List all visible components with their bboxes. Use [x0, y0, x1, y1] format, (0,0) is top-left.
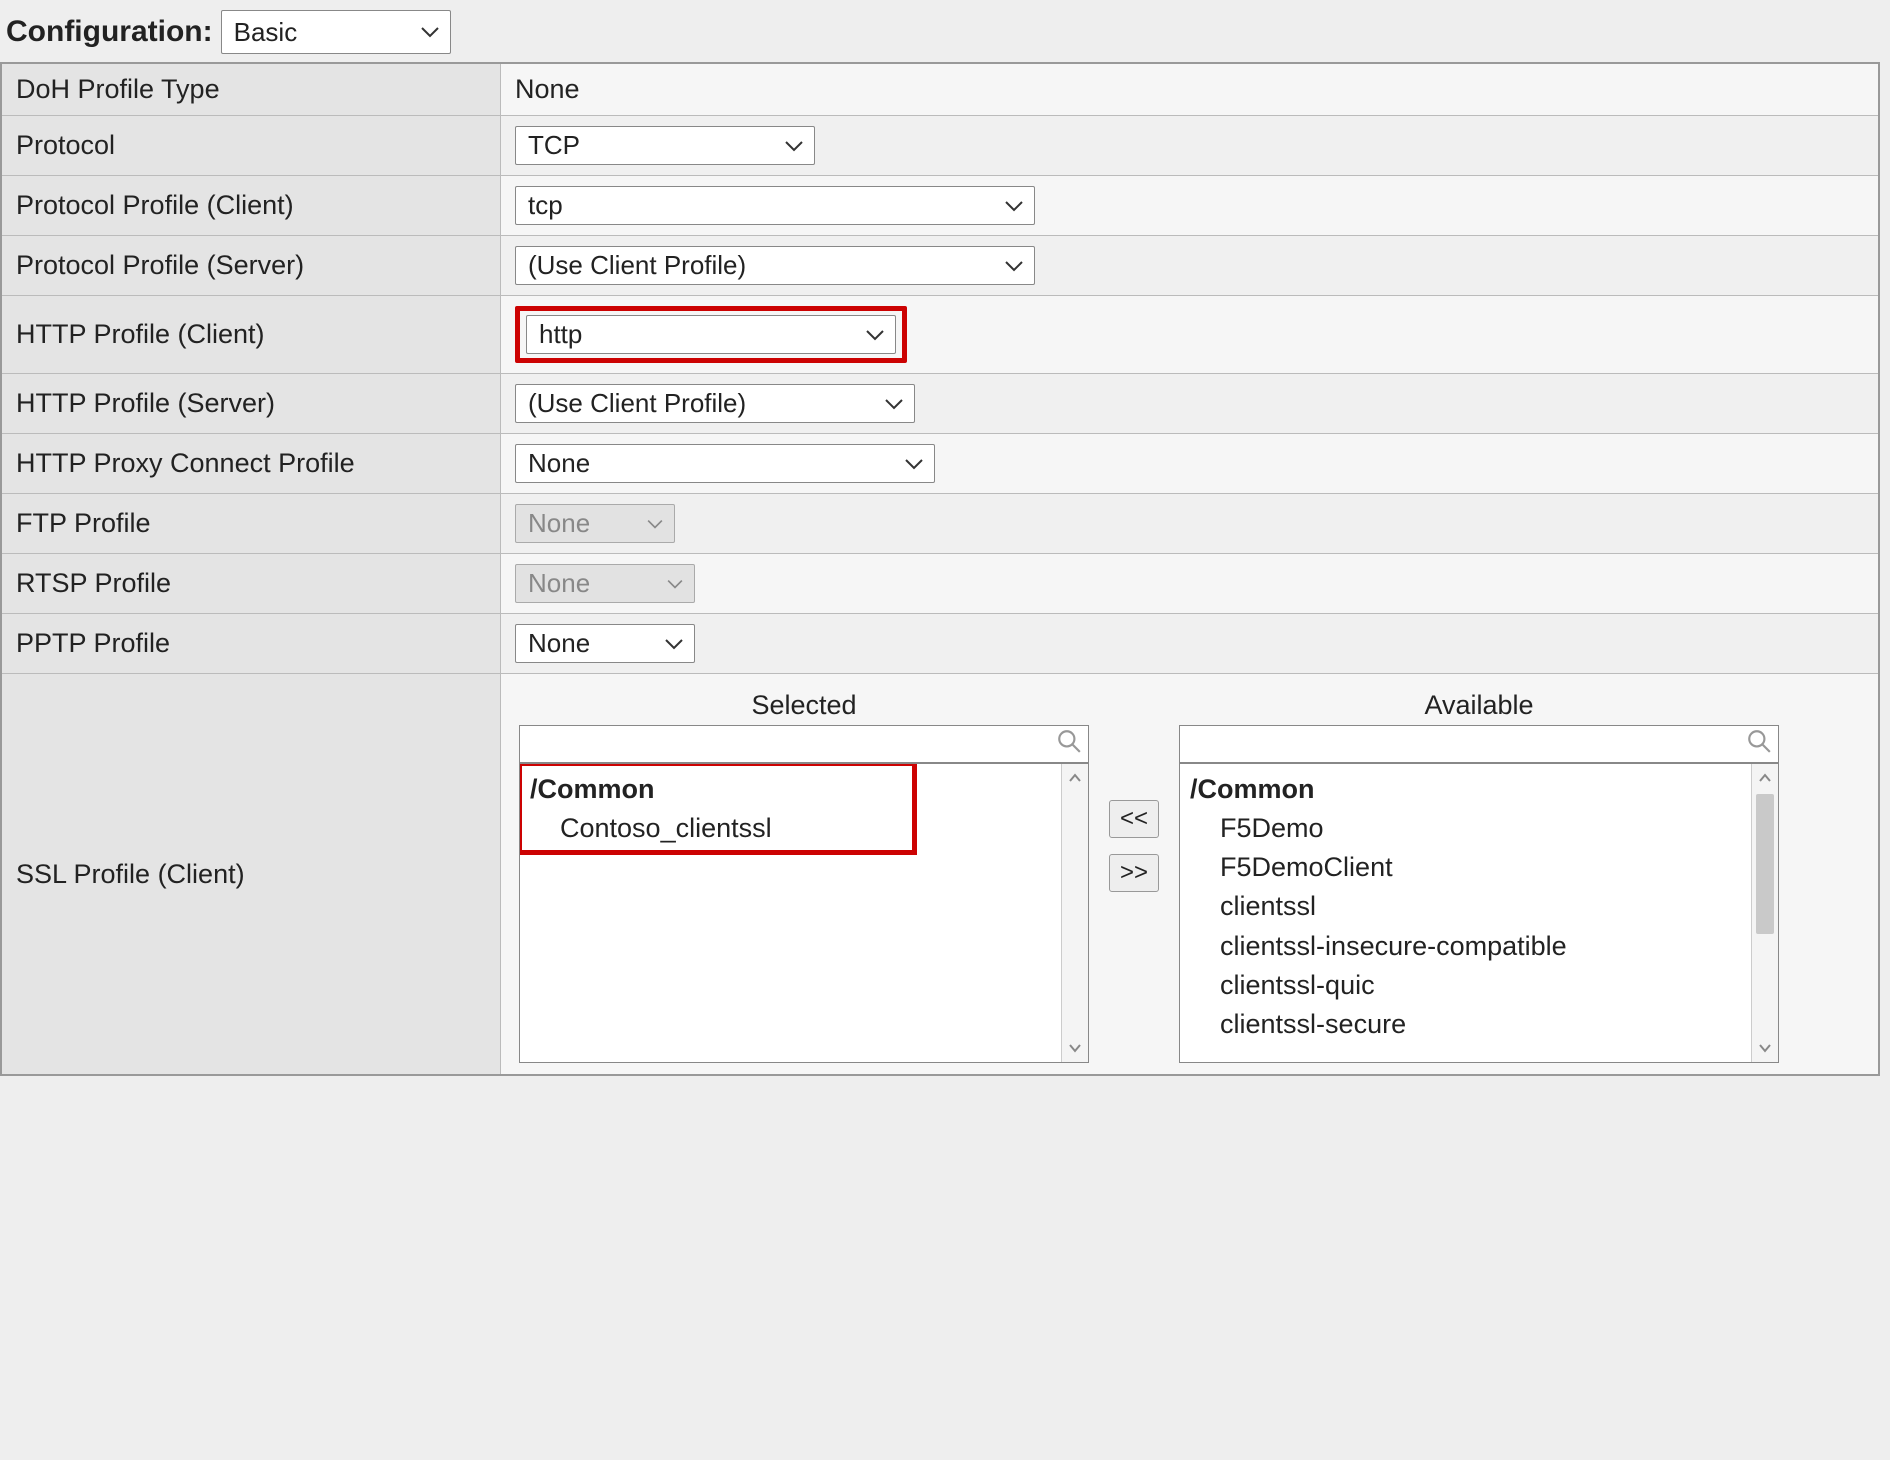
chevron-down-icon	[784, 139, 804, 153]
pp-server-label: Protocol Profile (Server)	[1, 236, 501, 296]
list-item[interactable]: Contoso_clientssl	[530, 809, 1078, 848]
scroll-down-icon[interactable]	[1062, 1034, 1088, 1062]
http-server-select[interactable]: (Use Client Profile)	[515, 384, 915, 423]
list-item[interactable]: F5DemoClient	[1190, 848, 1768, 887]
protocol-label: Protocol	[1, 116, 501, 176]
pp-client-select[interactable]: tcp	[515, 186, 1035, 225]
chevron-down-icon	[1004, 199, 1024, 213]
list-item[interactable]: F5Demo	[1190, 809, 1768, 848]
available-search[interactable]	[1179, 725, 1779, 763]
rtsp-select: None	[515, 564, 695, 603]
selected-title: Selected	[751, 690, 856, 721]
scroll-thumb[interactable]	[1756, 794, 1774, 934]
list-item[interactable]: clientssl-quic	[1190, 966, 1768, 1005]
http-proxy-select[interactable]: None	[515, 444, 935, 483]
configuration-label: Configuration:	[6, 15, 213, 49]
selected-group: /Common	[530, 770, 1078, 809]
pp-server-select[interactable]: (Use Client Profile)	[515, 246, 1035, 285]
ftp-select: None	[515, 504, 675, 543]
search-icon	[1056, 728, 1082, 761]
configuration-select[interactable]: Basic	[221, 10, 451, 54]
chevron-down-icon	[884, 397, 904, 411]
search-icon	[1746, 728, 1772, 761]
chevron-down-icon	[865, 328, 885, 342]
http-client-select[interactable]: http	[526, 315, 896, 354]
http-proxy-label: HTTP Proxy Connect Profile	[1, 434, 501, 494]
ssl-client-dual-list: Selected /Common Contoso_clientssl	[515, 684, 1864, 1063]
chevron-down-icon	[664, 637, 684, 651]
scroll-down-icon[interactable]	[1752, 1034, 1778, 1062]
available-group: /Common	[1190, 770, 1768, 809]
move-right-button[interactable]: >>	[1109, 854, 1159, 892]
pp-client-label: Protocol Profile (Client)	[1, 176, 501, 236]
configuration-select-value: Basic	[234, 17, 298, 48]
ssl-client-label: SSL Profile (Client)	[1, 674, 501, 1076]
chevron-down-icon	[904, 457, 924, 471]
pptp-label: PPTP Profile	[1, 614, 501, 674]
available-listbox[interactable]: /Common F5DemoF5DemoClientclientsslclien…	[1179, 763, 1779, 1063]
available-scrollbar[interactable]	[1751, 764, 1778, 1062]
chevron-down-icon	[1004, 259, 1024, 273]
http-client-highlight: http	[515, 306, 907, 363]
http-client-label: HTTP Profile (Client)	[1, 296, 501, 374]
list-item[interactable]: clientssl-secure	[1190, 1005, 1768, 1044]
ftp-label: FTP Profile	[1, 494, 501, 554]
doh-value: None	[515, 74, 580, 104]
scroll-up-icon[interactable]	[1062, 764, 1088, 792]
selected-scrollbar[interactable]	[1061, 764, 1088, 1062]
rtsp-label: RTSP Profile	[1, 554, 501, 614]
selected-search[interactable]	[519, 725, 1089, 763]
chevron-down-icon	[420, 25, 440, 39]
selected-listbox[interactable]: /Common Contoso_clientssl	[519, 763, 1089, 1063]
pptp-select[interactable]: None	[515, 624, 695, 663]
protocol-select[interactable]: TCP	[515, 126, 815, 165]
doh-label: DoH Profile Type	[1, 63, 501, 116]
list-item[interactable]: clientssl	[1190, 887, 1768, 926]
available-title: Available	[1424, 690, 1533, 721]
scroll-up-icon[interactable]	[1752, 764, 1778, 792]
list-item[interactable]: clientssl-insecure-compatible	[1190, 927, 1768, 966]
chevron-down-icon	[666, 578, 684, 590]
configuration-table: DoH Profile Type None Protocol TCP Proto…	[0, 62, 1880, 1076]
chevron-down-icon	[646, 518, 664, 530]
move-left-button[interactable]: <<	[1109, 800, 1159, 838]
http-server-label: HTTP Profile (Server)	[1, 374, 501, 434]
